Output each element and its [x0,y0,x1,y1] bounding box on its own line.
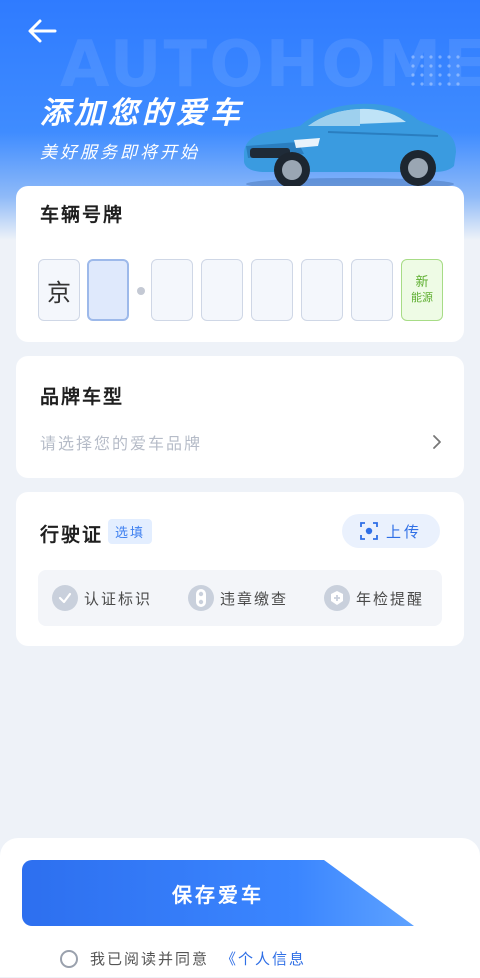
brand-select-field[interactable]: 请选择您的爱车品牌 [40,430,202,454]
feature-item: 认证标识 [52,570,152,626]
privacy-link[interactable]: 《个人信息 [221,948,306,969]
plate-letter-box[interactable] [87,259,129,321]
car-illustration [244,103,456,190]
plate-char-box[interactable] [301,259,343,321]
plate-char-box[interactable] [201,259,243,321]
agreement-row: 我已阅读并同意 《个人信息 [60,948,306,969]
license-section-title: 行驶证 [40,524,104,546]
plate-card: 车辆号牌 京 新 能源 [16,186,464,342]
fade-overlay [320,938,480,978]
upload-button[interactable]: 上传 [342,514,440,548]
save-button[interactable]: 保存爱车 [22,860,414,926]
bottom-bar: 保存爱车 我已阅读并同意 《个人信息 [0,838,480,978]
brand-card: 品牌车型 请选择您的爱车品牌 [16,356,464,478]
arrow-left-icon [28,19,57,43]
inspection-icon [324,585,350,611]
plate-separator-dot [137,287,145,295]
page-title: 添加您的爱车 [40,96,244,131]
brand-section-title: 品牌车型 [40,386,125,408]
back-button[interactable] [22,14,62,48]
traffic-light-icon [188,585,214,611]
feature-item: 违章缴查 [188,570,288,626]
agree-text: 我已阅读并同意 [90,950,210,968]
optional-tag: 选填 [108,519,153,544]
feature-item: 年检提醒 [324,570,424,626]
plate-province-box[interactable]: 京 [38,259,80,321]
agree-radio[interactable] [60,949,78,968]
feature-strip: 认证标识 违章缴查 年检提醒 [38,570,442,626]
new-energy-label-2: 能源 [411,291,433,304]
plate-char-box[interactable] [151,259,193,321]
dot-pattern-icon [411,55,460,86]
feature-label: 认证标识 [84,589,153,608]
camera-scan-icon [360,522,378,540]
upload-label: 上传 [385,522,422,541]
new-energy-label-1: 新 [415,275,429,290]
check-icon [52,585,78,611]
license-card: 行驶证 选填 上传 认证标识 违章缴查 年检提醒 [16,492,464,646]
new-energy-box[interactable]: 新 能源 [401,259,443,321]
plate-char-box[interactable] [351,259,393,321]
plate-section-title: 车辆号牌 [40,204,125,226]
page-subtitle: 美好服务即将开始 [40,143,200,163]
feature-label: 违章缴查 [220,589,289,608]
feature-label: 年检提醒 [356,589,425,608]
chevron-right-icon[interactable] [432,434,442,450]
plate-char-box[interactable] [251,259,293,321]
